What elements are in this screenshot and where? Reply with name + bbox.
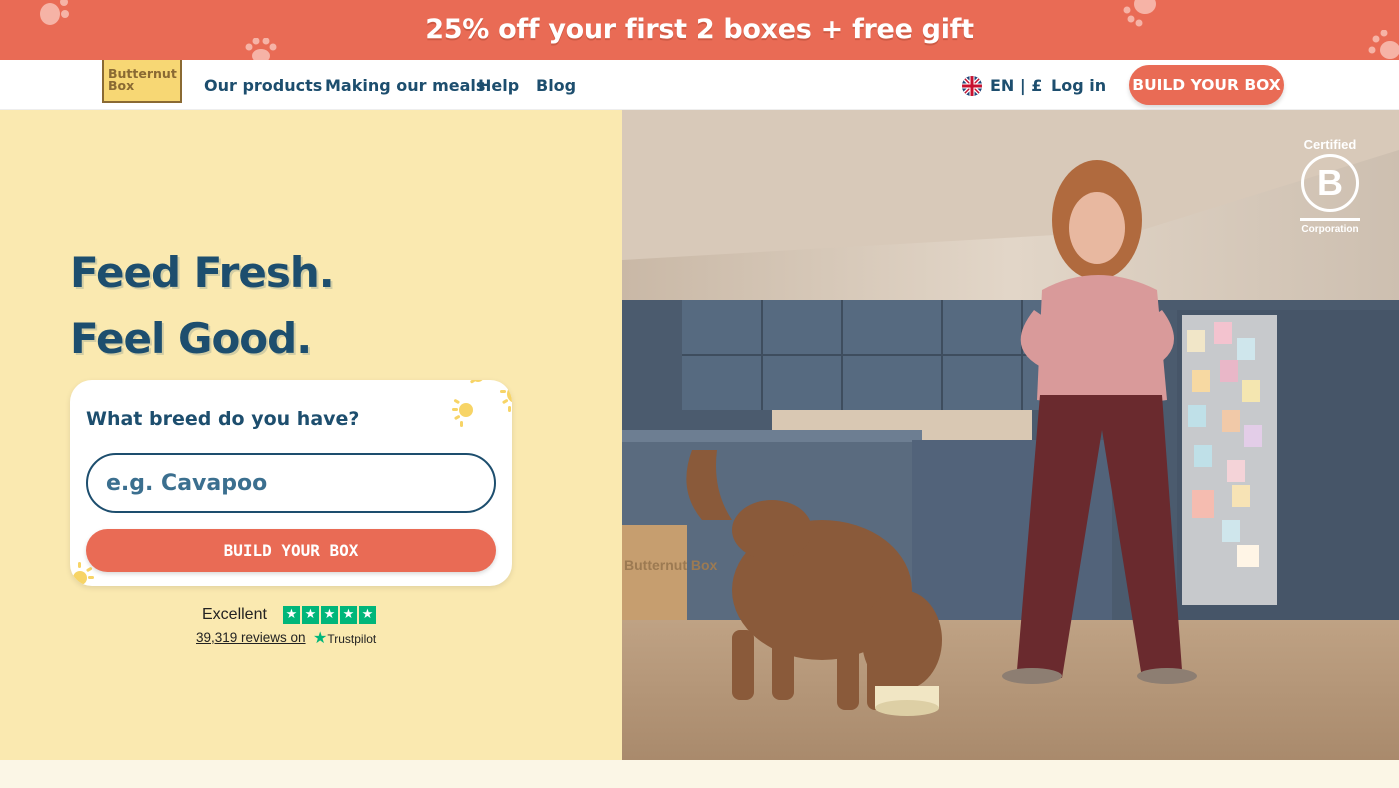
promo-banner[interactable]: 25% off your first 2 boxes + free gift (0, 0, 1399, 60)
star-icon: ★ (340, 606, 357, 624)
trustpilot-brand: Trustpilot (327, 632, 377, 646)
sun-decoration-icon (452, 380, 512, 427)
breed-question-label: What breed do you have? (86, 408, 360, 430)
trustpilot-reviews-link[interactable]: 39,319 reviews on (196, 630, 306, 645)
butternut-box-logo[interactable]: Butternut Box (102, 60, 182, 103)
next-section-edge (0, 760, 1399, 788)
b-corp-bottom-text: Corporation (1301, 224, 1359, 235)
nav-link-making-our-meals[interactable]: Making our meals (325, 76, 485, 95)
b-corp-badge: Certified B Corporation (1299, 137, 1361, 235)
login-link[interactable]: Log in (1051, 76, 1106, 95)
build-your-box-button[interactable]: BUILD YOUR BOX (86, 529, 496, 572)
hero-left-panel: Feed Fresh. Feel Good. What breed do you… (0, 110, 622, 760)
trustpilot-logo[interactable]: ★Trustpilot (313, 628, 376, 648)
star-icon: ★ (359, 606, 376, 624)
logo-line-2: Box (108, 78, 135, 93)
trustpilot-star-icon: ★ (313, 630, 328, 647)
hero-title-line-1: Feed Fresh. (70, 248, 335, 297)
kitchen-scene-illustration: Butternut Box (622, 110, 1399, 760)
breed-search-card: What breed do you have? BUILD YOUR BOX (70, 380, 512, 586)
nav-link-blog[interactable]: Blog (536, 76, 576, 95)
box-print-text: Butternut Box (624, 557, 718, 573)
star-icon: ★ (302, 606, 319, 624)
trustpilot-rating-text: Excellent (202, 606, 267, 623)
breed-search-input[interactable] (86, 453, 496, 513)
hero-title-line-2: Feel Good. (70, 314, 312, 363)
b-corp-letter: B (1301, 154, 1359, 212)
star-icon: ★ (283, 606, 300, 624)
b-corp-top-text: Certified (1303, 137, 1357, 152)
trustpilot-stars: ★ ★ ★ ★ ★ (283, 606, 376, 624)
hero-image: Butternut Box (622, 110, 1399, 760)
nav-build-your-box-button[interactable]: BUILD YOUR BOX (1129, 65, 1284, 105)
nav-link-help[interactable]: Help (478, 76, 519, 95)
top-nav: Butternut Box Our products Making our me… (0, 60, 1399, 110)
uk-flag-icon[interactable] (962, 76, 982, 96)
star-icon: ★ (321, 606, 338, 624)
nav-link-our-products[interactable]: Our products (204, 76, 322, 95)
promo-text: 25% off your first 2 boxes + free gift (425, 14, 974, 45)
locale-currency-selector[interactable]: EN | £ (990, 76, 1042, 95)
b-corp-divider (1300, 218, 1360, 221)
